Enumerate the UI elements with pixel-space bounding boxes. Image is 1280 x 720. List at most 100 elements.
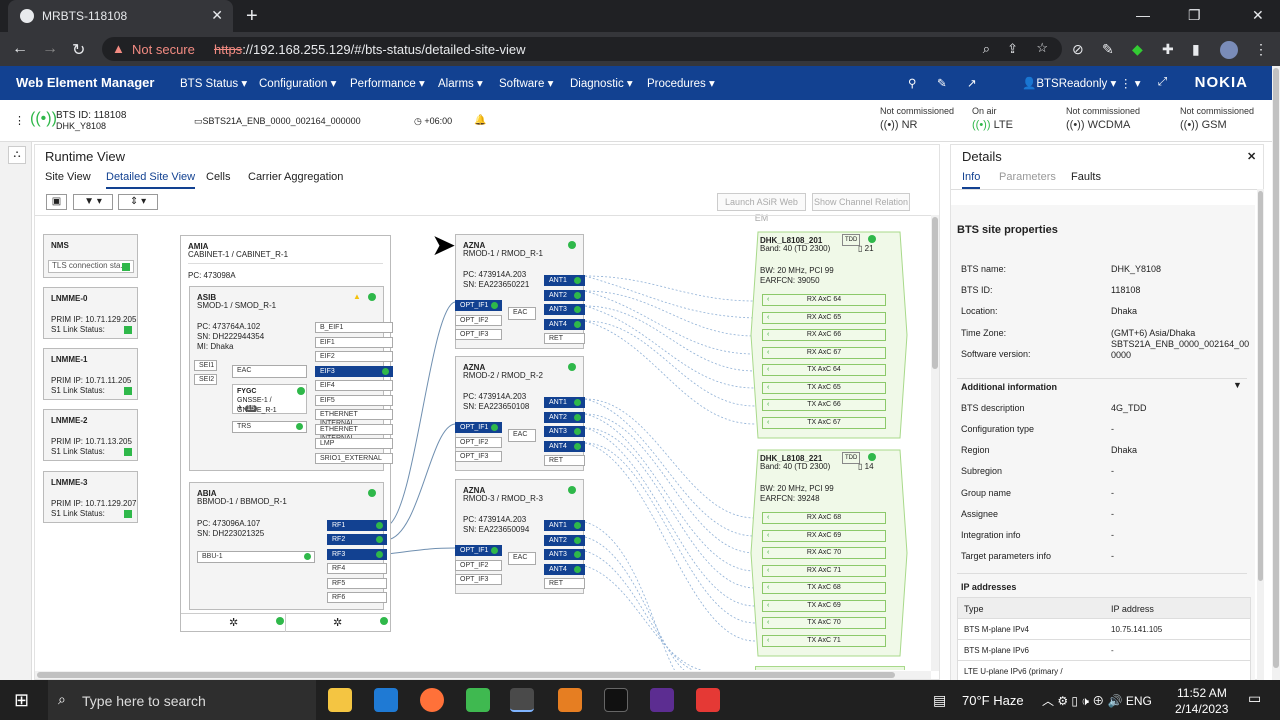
menu-diagnostic[interactable]: Diagnostic ▾ — [570, 76, 633, 90]
port-ethernet-internal[interactable]: ETHERNET INTERNAL — [315, 409, 393, 427]
rf3-port[interactable]: RF3 — [327, 549, 387, 560]
ant-port[interactable]: ANT4 — [544, 564, 585, 575]
opt-if-port[interactable]: OPT_IF3 — [455, 574, 502, 585]
bbu-port[interactable]: BBU-1 — [197, 551, 315, 563]
menu-configuration[interactable]: Configuration ▾ — [259, 76, 336, 90]
carrier-item[interactable]: ‹ RX AxC 64 — [762, 294, 886, 306]
opt-if-port[interactable]: OPT_IF2 — [455, 560, 502, 571]
opt-if-port[interactable]: OPT_IF1 — [455, 545, 502, 556]
menu-software[interactable]: Software ▾ — [499, 76, 553, 90]
menu-performance[interactable]: Performance ▾ — [350, 76, 425, 90]
port-lmp[interactable]: LMP — [315, 438, 393, 449]
tab-detailed-site-view[interactable]: Detailed Site View — [106, 171, 196, 189]
browser-tab[interactable]: MRBTS-118108 ✕ — [8, 0, 233, 32]
location-icon[interactable]: ⚲ — [908, 76, 916, 90]
rf6-port[interactable]: RF6 — [327, 592, 387, 603]
nms-box[interactable]: NMS TLS connection sta... — [43, 234, 138, 278]
sort-button[interactable]: ⇕ ▾ — [118, 194, 158, 210]
tab-info[interactable]: Info — [962, 171, 981, 189]
ant-port[interactable]: ANT1 — [544, 275, 585, 286]
taskbar-search[interactable]: ⌕ Type here to search — [48, 680, 316, 720]
horizontal-scrollbar[interactable] — [35, 671, 931, 679]
bell-icon[interactable]: 🔔 — [474, 115, 486, 126]
maximize-icon[interactable]: ❐ — [1188, 7, 1201, 24]
tray-icons[interactable]: ︿ ⚙ ▯ 🕩 ⊕ 🔊 ENG — [1042, 692, 1152, 709]
more-icon[interactable]: ⋮ ▾ — [1120, 76, 1140, 90]
ant-port[interactable]: ANT4 — [544, 441, 585, 452]
rmod-module[interactable]: AZNA RMOD-3 / RMOD_R-3 PC: 473914A.203 S… — [455, 479, 585, 594]
forward-icon[interactable]: → — [42, 40, 58, 58]
reload-icon[interactable]: ↻ — [72, 40, 85, 60]
carrier-item[interactable]: ‹ TX AxC 65 — [762, 381, 886, 394]
app-icon[interactable] — [696, 688, 720, 712]
kebab-icon[interactable]: ⋮ — [14, 114, 25, 127]
eac-port[interactable]: EAC — [508, 552, 536, 565]
details-scrollbar[interactable] — [1257, 189, 1264, 681]
carrier-item[interactable]: ‹ RX AxC 70 — [762, 547, 886, 559]
puzzle-icon[interactable]: ✚ — [1162, 41, 1174, 58]
port-srio1-external[interactable]: SRIO1_EXTERNAL — [315, 453, 393, 464]
lnmme-1-box[interactable]: LNMME-1 PRIM IP: 10.71.11.205 S1 Link St… — [43, 348, 138, 400]
carrier-item[interactable]: ‹ TX AxC 66 — [762, 399, 886, 411]
carrier-item[interactable]: ‹ RX AxC 66 — [762, 329, 886, 341]
show-channel-relation-button[interactable]: Show Channel Relation — [812, 193, 910, 211]
rmod-module[interactable]: AZNA RMOD-2 / RMOD_R-2 PC: 473914A.203 S… — [455, 356, 585, 471]
opt-if-port[interactable]: OPT_IF2 — [455, 437, 502, 448]
close-window-icon[interactable]: ✕ — [1252, 7, 1264, 24]
file-explorer-icon[interactable] — [328, 688, 352, 712]
port-b-eif1[interactable]: B_EIF1 — [315, 322, 393, 333]
url-input[interactable]: ▲ Not secure https://192.168.255.129/#/b… — [102, 37, 1062, 61]
ant-port[interactable]: ANT3 — [544, 549, 585, 560]
rf2-port[interactable]: RF2 — [327, 534, 387, 545]
opt-if-port[interactable]: OPT_IF2 — [455, 315, 502, 326]
opt-if-port[interactable]: OPT_IF3 — [455, 329, 502, 340]
carrier-item[interactable]: ‹ TX AxC 70 — [762, 617, 886, 629]
app-icon[interactable] — [466, 688, 490, 712]
carrier-item[interactable]: ‹ RX AxC 65 — [762, 311, 886, 324]
share-icon[interactable]: ⇪ — [1007, 41, 1018, 57]
carrier-item[interactable]: ‹ TX AxC 71 — [762, 634, 886, 647]
ant-port[interactable]: ANT2 — [544, 535, 585, 546]
mail-icon[interactable] — [374, 688, 398, 712]
carrier-item[interactable]: ‹ TX AxC 64 — [762, 364, 886, 376]
launch-asir-button[interactable]: Launch ASiR Web EM — [717, 193, 806, 223]
port-eif3[interactable]: EIF3 — [315, 366, 393, 377]
fullscreen-icon[interactable]: ⤢ — [1158, 76, 1167, 89]
asib-module[interactable]: ASIB SMOD-1 / SMOD_R-1 ▲ PC: 473764A.102… — [189, 286, 393, 471]
ant-port[interactable]: ANT2 — [544, 412, 585, 423]
avatar[interactable] — [1220, 41, 1238, 59]
zoom-icon[interactable]: ⌕ — [983, 41, 990, 57]
notification-icon[interactable]: ▭ — [1248, 690, 1261, 707]
sei2-port[interactable]: SEI2 — [194, 374, 217, 385]
app-icon[interactable] — [558, 688, 582, 712]
ant-port[interactable]: ANT3 — [544, 304, 585, 315]
menu-alarms[interactable]: Alarms ▾ — [438, 76, 483, 90]
tab-site-view[interactable]: Site View — [45, 171, 91, 183]
close-tab-icon[interactable]: ✕ — [211, 7, 223, 24]
ant-port[interactable]: ANT4 — [544, 319, 585, 330]
menu-procedures[interactable]: Procedures ▾ — [647, 76, 715, 90]
tab-cells[interactable]: Cells — [206, 171, 230, 183]
menu-bts-status[interactable]: BTS Status ▾ — [180, 76, 247, 90]
abia-module[interactable]: ABIA BBMOD-1 / BBMOD_R-1 PC: 473096A.107… — [189, 482, 387, 610]
eac-port[interactable]: EAC — [508, 429, 536, 442]
ant-port[interactable]: ANT1 — [544, 397, 585, 408]
visual-studio-icon[interactable] — [650, 688, 674, 712]
port-eif1[interactable]: EIF1 — [315, 337, 393, 348]
ant-port[interactable]: ANT2 — [544, 290, 585, 301]
rmod-module[interactable]: AZNA RMOD-1 / RMOD_R-1 PC: 473914A.203 S… — [455, 234, 585, 349]
user-menu[interactable]: 👤BTSReadonly ▾ — [1022, 76, 1116, 90]
topology-icon[interactable]: ⛬ — [8, 146, 26, 164]
menu-icon[interactable]: ⋮ — [1254, 41, 1268, 58]
port-ethernet-internal[interactable]: ETHERNET INTERNAL — [315, 424, 393, 442]
filter-button[interactable]: ▼ ▾ — [73, 194, 113, 210]
extension-icon[interactable]: ⊘ — [1072, 41, 1084, 58]
ret-port[interactable]: RET — [544, 578, 585, 589]
cell-box[interactable]: DHK_L8108_201 Band: 40 (TD 2300) TDD ▯ 2… — [750, 230, 908, 440]
firefox-icon[interactable] — [420, 688, 444, 712]
minimize-icon[interactable]: — — [1136, 7, 1150, 23]
port-eif2[interactable]: EIF2 — [315, 351, 393, 362]
trs-port[interactable]: TRS — [232, 421, 307, 433]
opt-if-port[interactable]: OPT_IF1 — [455, 422, 502, 433]
carrier-item[interactable]: ‹ RX AxC 67 — [762, 346, 886, 359]
